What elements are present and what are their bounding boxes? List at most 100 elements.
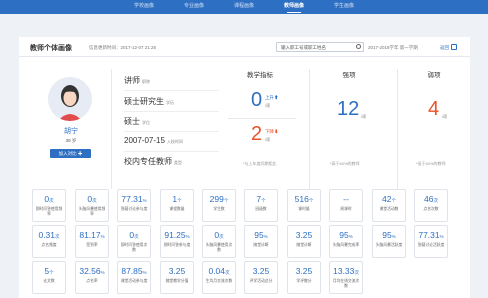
- divider: [309, 69, 310, 191]
- metric-tile[interactable]: 32.56% 点名率: [75, 261, 109, 294]
- attribute-label: 学历: [166, 100, 174, 105]
- metric-unit: 个: [223, 198, 229, 203]
- nav-tab[interactable]: 专业画像: [169, 0, 219, 14]
- metric-tile[interactable]: 516个课时量: [287, 189, 321, 222]
- metric-unit: %: [185, 234, 190, 239]
- metric-unit: 次: [354, 270, 359, 275]
- metric-value: 91.25%: [161, 230, 193, 240]
- metric-label: 课时量: [298, 207, 310, 211]
- metric-unit: 个: [391, 198, 396, 203]
- metric-number: 77.31: [418, 230, 440, 240]
- weaknesses-unit: /项: [442, 114, 448, 119]
- metric-unit: %: [142, 270, 147, 275]
- attribute-value: 讲师: [124, 76, 140, 85]
- metric-tile[interactable]: 7个 班级数: [244, 189, 278, 222]
- metric-tile[interactable]: 0次 即时问答使用次数: [117, 225, 151, 258]
- metric-unit: %: [100, 234, 105, 239]
- strengths-value: 12: [337, 98, 360, 120]
- teacher-age: 39 岁: [65, 138, 77, 143]
- metric-label: 头脑风暴使用次数: [205, 243, 233, 252]
- nav-tab[interactable]: 学校画像: [119, 0, 169, 14]
- metric-unit: 次: [225, 270, 230, 275]
- metric-value: 32.56%: [76, 266, 108, 276]
- metric-number: 0.31: [38, 230, 56, 240]
- metric-unit: %: [142, 198, 147, 203]
- metric-tile[interactable]: 13.33次 月均在线交流次数: [329, 261, 363, 294]
- back-icon[interactable]: [451, 44, 457, 50]
- metric-label: 随堂诊断: [253, 243, 269, 247]
- metric-tile[interactable]: 91.25% 即时问答参与度: [160, 225, 194, 258]
- metric-tile[interactable]: 3.25 学评教分: [287, 261, 321, 294]
- top-nav: 学校画像 专业画像 课程画像 教师画像 学生画像: [0, 0, 488, 14]
- metric-unit: %: [263, 234, 268, 239]
- metric-tile[interactable]: 95% 头脑风暴活跃度: [372, 225, 406, 258]
- metric-unit: 个: [261, 198, 266, 203]
- metric-tile[interactable]: 299个 学生数: [202, 189, 236, 222]
- metric-label: 头脑风暴使用频率: [78, 207, 106, 216]
- divider: [111, 69, 112, 189]
- metric-value: 516个: [288, 194, 320, 204]
- metric-tile[interactable]: 0次 头脑风暴使用次数: [202, 225, 236, 258]
- metric-number: --: [343, 194, 349, 204]
- metric-label: 头脑风暴活跃度: [375, 243, 403, 247]
- metric-tile[interactable]: 46次 点名次数: [414, 189, 448, 222]
- divider: [397, 69, 398, 191]
- nav-tab[interactable]: 课程画像: [219, 0, 269, 14]
- search-input[interactable]: 输入职工号或职工姓名: [276, 42, 364, 52]
- metric-value: 87.85%: [118, 266, 150, 276]
- metric-unit: %: [391, 234, 396, 239]
- metric-tile[interactable]: 1个 课程数量: [160, 189, 194, 222]
- metric-tile[interactable]: 81.17% 签到率: [75, 225, 109, 258]
- term-select[interactable]: 2017-2018学年 第一学期: [368, 45, 418, 51]
- metric-tile[interactable]: 5个 论文数: [32, 261, 66, 294]
- strengths-note: *高于60%的教师: [330, 161, 360, 166]
- metric-value: 95%: [373, 230, 405, 240]
- metric-number: 3.25: [295, 230, 313, 240]
- metric-tile[interactable]: 3.25 随堂教学分值: [160, 261, 194, 294]
- metric-label: 月均在线交流次数: [332, 279, 360, 288]
- weaknesses-note: *低于60%的教师: [416, 161, 446, 166]
- metric-tile[interactable]: 0次 头脑风暴使用频率: [75, 189, 109, 222]
- indicator-down-unit: /项: [265, 137, 271, 142]
- metric-tile[interactable]: 95% 随堂诊断: [244, 225, 278, 258]
- metric-value: 95%: [245, 230, 277, 240]
- metric-tile[interactable]: 0次 即时问答使用频率: [32, 189, 66, 222]
- teacher-profile-card: 教师个体画像 信息更新时间：2017-12-07 21:28 输入职工号或职工姓…: [19, 37, 470, 298]
- metric-tile[interactable]: 95% 头脑风暴完成率: [329, 225, 363, 258]
- metric-tile[interactable]: -- 周课时: [329, 189, 363, 222]
- metric-unit: 次: [134, 234, 139, 239]
- indicator-up-value: 0: [251, 89, 263, 111]
- add-to-compare-button[interactable]: 加入对比 ✚: [50, 149, 91, 158]
- metric-tile[interactable]: 42个 课堂活动数: [372, 189, 406, 222]
- nav-tab[interactable]: 教师画像: [269, 0, 319, 14]
- metric-tile[interactable]: 77.31% 答疑讨论参与度: [117, 189, 151, 222]
- metric-number: 32.56: [79, 266, 101, 276]
- metric-number: 95: [339, 230, 349, 240]
- search-icon[interactable]: [356, 44, 361, 49]
- metric-label: 即时问答参与度: [163, 243, 191, 247]
- attribute-label: 类型: [174, 160, 182, 165]
- metric-tile[interactable]: 77.31% 答疑讨论活跃度: [414, 225, 448, 258]
- metric-label: 课堂活动参与度: [120, 279, 148, 283]
- indicator-up-unit: /项: [265, 103, 271, 108]
- metric-value: 3.25: [288, 230, 320, 240]
- metric-value: 46次: [415, 194, 447, 204]
- indicator-up-tag: 上升⬆: [265, 95, 279, 100]
- metric-label: 评学活动总分: [249, 279, 273, 283]
- metric-tile[interactable]: 87.85% 课堂活动参与度: [117, 261, 151, 294]
- profile-attribute: 校内专任教师 类型: [124, 156, 182, 167]
- teacher-avatar-icon: [48, 77, 92, 121]
- nav-tab[interactable]: 学生画像: [319, 0, 369, 14]
- metric-label: 学生数: [213, 207, 225, 211]
- card-header: 教师个体画像 信息更新时间：2017-12-07 21:28 输入职工号或职工姓…: [19, 37, 470, 57]
- attribute-label: 职称: [142, 79, 150, 84]
- attribute-value: 硕士: [124, 117, 140, 126]
- metric-tile[interactable]: 0.31次 点名频度: [32, 225, 66, 258]
- metric-unit: 次: [219, 234, 224, 239]
- metric-tile[interactable]: 3.25 评学活动总分: [244, 261, 278, 294]
- metric-label: 生均月交流次数: [205, 279, 233, 283]
- back-link[interactable]: 返回: [440, 45, 449, 51]
- metric-tile[interactable]: 0.04次 生均月交流次数: [202, 261, 236, 294]
- metric-tile[interactable]: 3.25 随堂诊断: [287, 225, 321, 258]
- attribute-label: 入校时间: [166, 139, 183, 144]
